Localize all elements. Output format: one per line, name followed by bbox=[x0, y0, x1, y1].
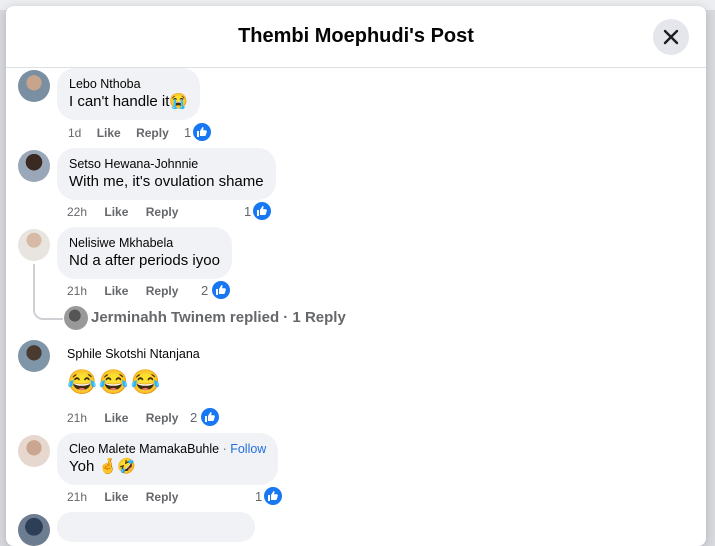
comment-actions: 21h Like Reply bbox=[67, 411, 178, 425]
comment-actions: 22h Like Reply bbox=[67, 205, 178, 219]
comment-bubble: Nelisiwe Mkhabela Nd a after periods iyo… bbox=[57, 227, 232, 279]
like-reaction-badge[interactable] bbox=[262, 485, 284, 507]
comment-time[interactable]: 1d bbox=[68, 126, 81, 140]
thumbs-up-icon bbox=[268, 491, 278, 501]
comment-bubble bbox=[57, 512, 255, 542]
like-button[interactable]: Like bbox=[104, 284, 128, 298]
comment-author[interactable]: Cleo Malete MamakaBuhle bbox=[69, 442, 219, 456]
comment-actions: 21h Like Reply bbox=[67, 490, 178, 504]
reply-button[interactable]: Reply bbox=[146, 205, 179, 219]
view-replies-link[interactable]: Jerminahh Twinem replied · 1 Reply bbox=[91, 309, 346, 326]
post-dialog: Thembi Moephudi's Post Lebo Nthoba I can… bbox=[6, 6, 706, 546]
reaction-count[interactable]: 2 bbox=[190, 410, 197, 425]
like-button[interactable]: Like bbox=[104, 411, 128, 425]
like-reaction-badge[interactable] bbox=[191, 121, 213, 143]
comment-text: Nd a after periods iyoo bbox=[69, 252, 220, 269]
close-icon bbox=[663, 29, 679, 45]
avatar[interactable] bbox=[18, 150, 50, 182]
comment-time[interactable]: 21h bbox=[67, 411, 87, 425]
reply-button[interactable]: Reply bbox=[146, 411, 179, 425]
avatar[interactable] bbox=[18, 70, 50, 102]
follow-button[interactable]: Follow bbox=[230, 442, 266, 456]
avatar[interactable] bbox=[18, 435, 50, 467]
thumbs-up-icon bbox=[216, 285, 226, 295]
comment-time[interactable]: 22h bbox=[67, 205, 87, 219]
comment-text: 😂😂😂 bbox=[67, 369, 163, 396]
comment-actions: 21h Like Reply bbox=[67, 284, 178, 298]
comment-text: Yoh 🤞🤣 bbox=[69, 458, 136, 475]
reply-button[interactable]: Reply bbox=[146, 490, 179, 504]
comment-author[interactable]: Lebo Nthoba bbox=[69, 76, 188, 92]
comment-author[interactable]: Setso Hewana-Johnnie bbox=[69, 156, 264, 172]
page-title: Thembi Moephudi's Post bbox=[238, 25, 474, 47]
comment-bubble: Sphile Skotshi Ntanjana 😂😂😂 bbox=[67, 346, 200, 398]
like-button[interactable]: Like bbox=[104, 490, 128, 504]
comment-bubble: Cleo Malete MamakaBuhle · Follow Yoh 🤞🤣 bbox=[57, 433, 279, 485]
like-reaction-badge[interactable] bbox=[210, 279, 232, 301]
dialog-header: Thembi Moephudi's Post bbox=[6, 6, 706, 68]
like-reaction-badge[interactable] bbox=[251, 200, 273, 222]
avatar[interactable] bbox=[64, 306, 88, 330]
comment-author[interactable]: Nelisiwe Mkhabela bbox=[69, 235, 220, 251]
like-button[interactable]: Like bbox=[104, 205, 128, 219]
reply-button[interactable]: Reply bbox=[146, 284, 179, 298]
comment-actions: 1d Like Reply bbox=[68, 126, 169, 140]
reply-thread-line bbox=[33, 264, 63, 320]
thumbs-up-icon bbox=[197, 127, 207, 137]
avatar[interactable] bbox=[18, 229, 50, 261]
close-button[interactable] bbox=[653, 19, 689, 55]
comment-author[interactable]: Sphile Skotshi Ntanjana bbox=[67, 346, 200, 362]
comment-author-line: Cleo Malete MamakaBuhle · Follow bbox=[69, 441, 266, 457]
reply-button[interactable]: Reply bbox=[136, 126, 169, 140]
comment-time[interactable]: 21h bbox=[67, 490, 87, 504]
separator-dot: · bbox=[222, 442, 227, 456]
comment-bubble: Setso Hewana-Johnnie With me, it's ovula… bbox=[57, 148, 276, 200]
avatar[interactable] bbox=[18, 514, 50, 546]
comment-time[interactable]: 21h bbox=[67, 284, 87, 298]
like-reaction-badge[interactable] bbox=[199, 406, 221, 428]
comment-text: I can't handle it😭 bbox=[69, 93, 189, 110]
thumbs-up-icon bbox=[205, 412, 215, 422]
comment-bubble: Lebo Nthoba I can't handle it😭 bbox=[57, 68, 201, 120]
thumbs-up-icon bbox=[257, 206, 267, 216]
avatar[interactable] bbox=[18, 340, 50, 372]
like-button[interactable]: Like bbox=[97, 126, 121, 140]
reaction-count[interactable]: 2 bbox=[201, 283, 208, 298]
comment-text: With me, it's ovulation shame bbox=[69, 173, 264, 190]
